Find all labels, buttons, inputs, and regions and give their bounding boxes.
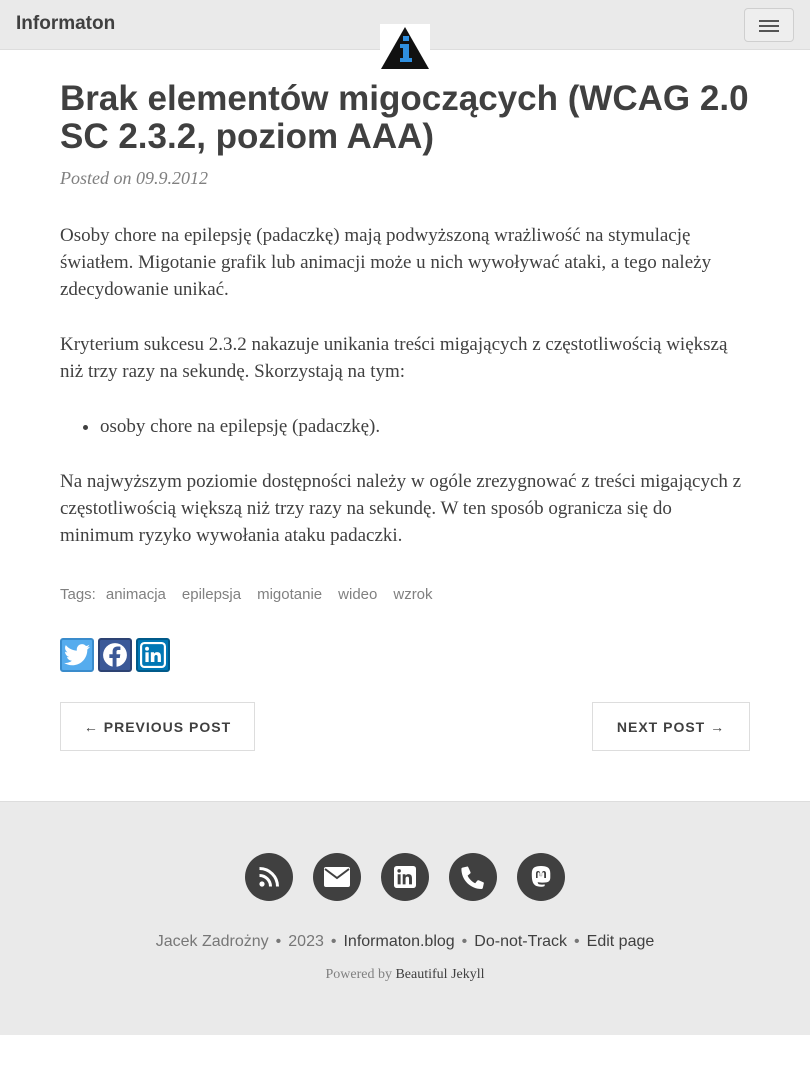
linkedin-icon <box>140 642 166 668</box>
copyright-year: 2023 <box>288 933 324 950</box>
linkedin-icon <box>394 866 416 888</box>
post-meta: Posted on 09.9.2012 <box>60 168 208 188</box>
tag-link[interactable]: epilepsja <box>182 586 241 603</box>
post-title: Brak elementów migoczących (WCAG 2.0 SC … <box>60 79 749 156</box>
next-post-button[interactable]: NEXT POST → <box>592 702 750 751</box>
separator: • <box>461 933 468 950</box>
post-body: Osoby chore na epilepsję (padaczkę) mają… <box>60 222 750 577</box>
envelope-icon <box>324 867 350 887</box>
do-not-track-link[interactable]: Do-not-Track <box>474 933 567 950</box>
tag-link[interactable]: wzrok <box>393 586 432 603</box>
paragraph: Kryterium sukcesu 2.3.2 nakazuje unikani… <box>60 334 728 382</box>
rss-link[interactable] <box>245 853 293 901</box>
facebook-icon <box>103 643 127 668</box>
hamburger-line <box>759 25 779 27</box>
linkedin-link[interactable] <box>381 853 429 901</box>
phone-icon <box>461 866 484 889</box>
separator: • <box>275 933 282 950</box>
beautiful-jekyll-link[interactable]: Beautiful Jekyll <box>395 967 484 982</box>
mastodon-link[interactable] <box>517 853 565 901</box>
author-name: Jacek Zadrożny <box>155 933 269 950</box>
hamburger-line <box>759 30 779 32</box>
paragraph: Osoby chore na epilepsję (padaczkę) mają… <box>60 225 712 300</box>
phone-link[interactable] <box>449 853 497 901</box>
bullet-list: osoby chore na epilepsję (padaczkę). <box>60 413 750 440</box>
powered-by-text: Powered by <box>325 967 392 982</box>
powered-by: Powered by Beautiful Jekyll <box>0 967 810 983</box>
mastodon-icon <box>531 866 551 887</box>
email-link[interactable] <box>313 853 361 901</box>
paragraph: Na najwyższym poziomie dostępności należ… <box>60 471 742 546</box>
previous-post-button[interactable]: ← PREVIOUS POST <box>60 702 255 751</box>
footer-social-links <box>0 853 810 901</box>
edit-page-link[interactable]: Edit page <box>587 933 655 950</box>
twitter-icon <box>64 644 90 666</box>
brand-link[interactable]: Informaton <box>16 13 115 35</box>
separator: • <box>574 933 580 950</box>
tags-label: Tags: <box>60 586 96 603</box>
footer-copyright: Jacek Zadrożny • 2023 • Informaton.blog • Do-n… <box>0 933 810 951</box>
separator: • <box>330 933 337 950</box>
footer: Jacek Zadrożny • 2023 • Informaton.blog • Do-n… <box>0 801 810 1035</box>
hamburger-icon <box>759 20 779 22</box>
tag-link[interactable]: animacja <box>106 586 166 603</box>
rss-icon <box>259 867 279 887</box>
tag-link[interactable]: wideo <box>338 586 377 603</box>
site-link[interactable]: Informaton.blog <box>343 933 454 950</box>
info-triangle-logo[interactable] <box>380 24 430 70</box>
list-item: osoby chore na epilepsję (padaczkę). <box>100 413 750 440</box>
twitter-share-button[interactable] <box>60 638 94 672</box>
linkedin-share-button[interactable] <box>136 638 170 672</box>
share-buttons <box>60 638 174 672</box>
tags-row: Tags: animacja epilepsja migotanie wideo… <box>60 586 433 603</box>
menu-toggle-button[interactable] <box>744 8 794 42</box>
facebook-share-button[interactable] <box>98 638 132 672</box>
tag-link[interactable]: migotanie <box>257 586 322 603</box>
